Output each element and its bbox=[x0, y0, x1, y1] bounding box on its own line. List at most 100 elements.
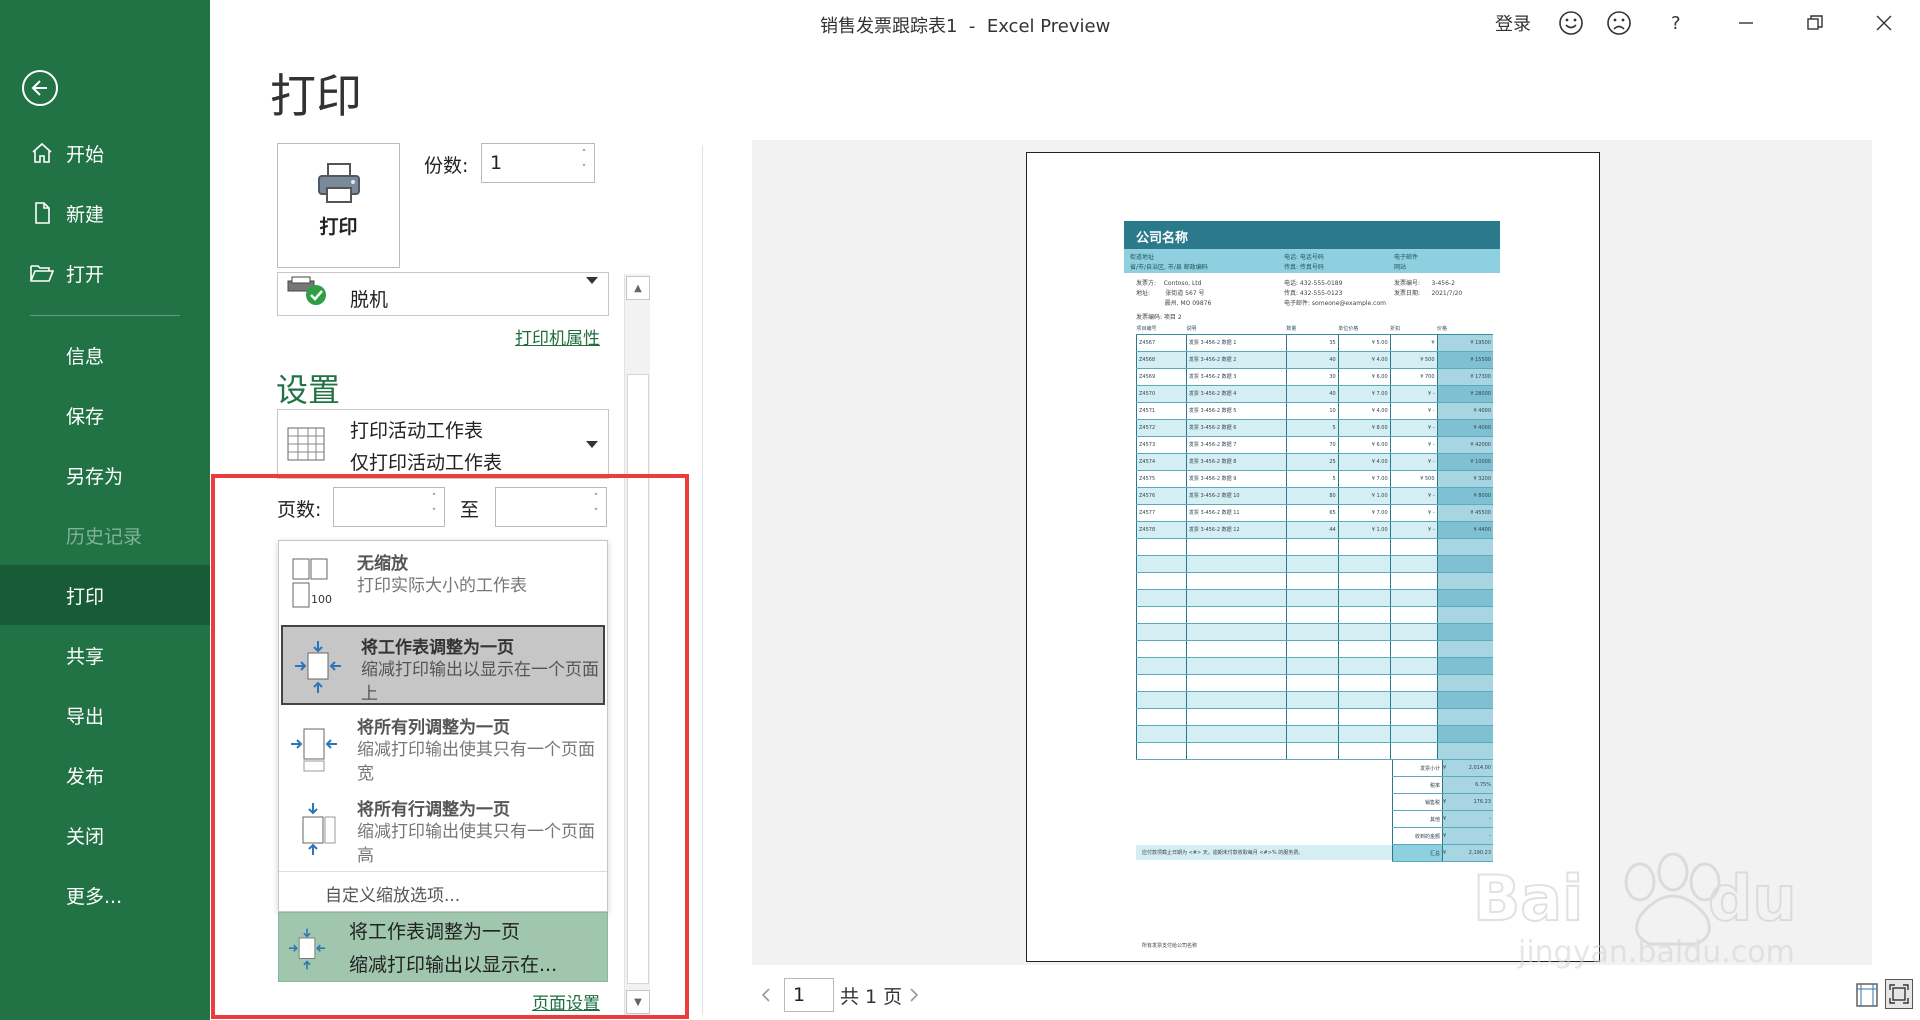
invoice-col-header: 单位价格 bbox=[1338, 323, 1391, 335]
invoice-total-cell: ¥ bbox=[1442, 810, 1452, 827]
invoice-cell bbox=[1136, 657, 1187, 675]
invoice-cell: ¥ 500 bbox=[1389, 470, 1438, 488]
invoice-cell: 5 bbox=[1285, 419, 1339, 437]
invoice-row: Z4574 发票 3-456-2 数据 8 25 ¥ 4.00 ¥ - ¥ 10000 bbox=[1136, 453, 1493, 471]
invoice-cell bbox=[1185, 691, 1287, 709]
invoice-cell: 发票 3-456-2 数据 4 bbox=[1185, 385, 1287, 403]
stepper-arrows-icon[interactable]: ˄ ˅ bbox=[578, 147, 590, 177]
printer-properties-link[interactable]: 打印机属性 bbox=[515, 324, 600, 349]
invoice-cell bbox=[1136, 589, 1187, 607]
nav-home[interactable]: 开始 bbox=[0, 123, 210, 183]
invoice-row: Z4572 发票 3-456-2 数据 6 5 ¥ 8.00 ¥ - ¥ 4000 bbox=[1136, 419, 1493, 437]
invoice-cell: 80 bbox=[1285, 487, 1339, 505]
invoice-cell: Z4567 bbox=[1136, 334, 1187, 352]
page-title: 打印 bbox=[270, 69, 362, 123]
invoice-total-cell: 2,190.23 bbox=[1452, 844, 1493, 861]
nav-save-label: 保存 bbox=[66, 405, 105, 428]
pages-label: 页数: bbox=[277, 499, 322, 521]
home-icon bbox=[28, 139, 56, 167]
scaling-option-fit-sheet[interactable]: 将工作表调整为一页 缩减打印输出以显示在一个页面上 bbox=[281, 625, 605, 705]
minimize-icon[interactable] bbox=[1736, 8, 1756, 38]
print-button[interactable]: 打印 bbox=[277, 143, 400, 268]
invoice-cell: 发票 3-456-2 数据 6 bbox=[1185, 419, 1287, 437]
nav-new[interactable]: 新建 bbox=[0, 183, 210, 243]
nav-close[interactable]: 关闭 bbox=[0, 805, 210, 865]
invoice-cell bbox=[1337, 640, 1391, 658]
scroll-up-icon[interactable]: ▲ bbox=[626, 276, 650, 300]
invoice-cell bbox=[1136, 555, 1187, 573]
frown-feedback-icon[interactable] bbox=[1606, 8, 1632, 38]
settings-scrollbar[interactable]: ▲ ▼ bbox=[624, 274, 650, 1016]
zoom-to-page-icon[interactable] bbox=[1885, 979, 1913, 1009]
back-button[interactable] bbox=[22, 70, 58, 106]
invoice-total-cell: 发票小计 bbox=[1392, 759, 1442, 776]
restore-icon[interactable] bbox=[1805, 8, 1825, 38]
show-margins-icon[interactable] bbox=[1855, 982, 1879, 1008]
invoice-cell bbox=[1436, 657, 1493, 675]
close-icon[interactable] bbox=[1874, 8, 1894, 38]
custom-scaling-option[interactable]: 自定义缩放选项... bbox=[279, 871, 607, 911]
scaling-option-no-scaling[interactable]: 100 无缩放 打印实际大小的工作表 bbox=[279, 543, 607, 623]
chevron-down-icon[interactable] bbox=[586, 441, 598, 448]
invoice-cell bbox=[1436, 674, 1493, 692]
nav-publish-label: 发布 bbox=[66, 765, 105, 788]
scaling-option-title: 将所有行调整为一页 bbox=[357, 800, 510, 820]
scaling-dropdown-subtitle: 缩减打印输出以显示在... bbox=[349, 954, 558, 976]
invoice-cell: ¥ 8.00 bbox=[1337, 419, 1391, 437]
pages-to-stepper[interactable]: ˄ ˅ bbox=[495, 487, 607, 527]
invoice-cell bbox=[1436, 606, 1493, 624]
chevron-down-icon[interactable] bbox=[586, 277, 598, 284]
nav-info[interactable]: 信息 bbox=[0, 325, 210, 385]
prev-page-icon[interactable] bbox=[760, 978, 772, 1012]
scroll-down-icon[interactable]: ▼ bbox=[626, 990, 650, 1014]
page-setup-link[interactable]: 页面设置 bbox=[532, 989, 600, 1014]
back-arrow-icon bbox=[31, 80, 47, 96]
smile-feedback-icon[interactable] bbox=[1558, 8, 1584, 38]
invoice-cell: ¥ - bbox=[1389, 419, 1438, 437]
scaling-option-fit-columns[interactable]: 将所有列调整为一页 缩减打印输出使其只有一个页面宽 bbox=[279, 707, 607, 787]
nav-open[interactable]: 打开 bbox=[0, 243, 210, 303]
printer-dropdown[interactable]: 脱机 bbox=[277, 272, 609, 316]
page-number-input[interactable]: 1 bbox=[784, 978, 834, 1012]
invoice-cell: 发票 3-456-2 数据 11 bbox=[1185, 504, 1287, 522]
preview-page: 公司名称 街道地址 省/市/自治区, 市/县 邮政编码 电话: 电话号码 传真:… bbox=[1026, 152, 1600, 962]
invoice-cell bbox=[1337, 589, 1391, 607]
invoice-row: Z4567 发票 3-456-2 数据 1 35 ¥ 5.00 ¥ ¥ 19500 bbox=[1136, 334, 1493, 352]
nav-save[interactable]: 保存 bbox=[0, 385, 210, 445]
invoice-company-name: 公司名称 bbox=[1124, 221, 1500, 249]
nav-print[interactable]: 打印 bbox=[0, 565, 210, 625]
invoice-col-header: 折扣 bbox=[1390, 323, 1438, 335]
invoice-cell bbox=[1389, 657, 1438, 675]
invoice-cell bbox=[1337, 538, 1391, 556]
invoice-cell bbox=[1436, 691, 1493, 709]
pages-from-stepper[interactable]: ˄ ˅ bbox=[333, 487, 445, 527]
nav-publish[interactable]: 发布 bbox=[0, 745, 210, 805]
stepper-arrows-icon[interactable]: ˄ ˅ bbox=[590, 491, 602, 521]
nav-share[interactable]: 共享 bbox=[0, 625, 210, 685]
nav-save-as[interactable]: 另存为 bbox=[0, 445, 210, 505]
scrollbar-thumb[interactable] bbox=[627, 374, 649, 984]
nav-export[interactable]: 导出 bbox=[0, 685, 210, 745]
next-page-icon[interactable] bbox=[908, 978, 920, 1012]
stepper-arrows-icon[interactable]: ˄ ˅ bbox=[428, 491, 440, 521]
invoice-cell bbox=[1285, 555, 1339, 573]
invoice-cell: 发票 3-456-2 数据 3 bbox=[1185, 368, 1287, 386]
invoice-cell bbox=[1285, 606, 1339, 624]
invoice-cell bbox=[1389, 708, 1438, 726]
pages-to-label: 至 bbox=[460, 499, 480, 521]
copies-stepper[interactable]: 1 ˄ ˅ bbox=[481, 143, 595, 183]
nav-more[interactable]: 更多... bbox=[0, 865, 210, 925]
invoice-cell: Z4570 bbox=[1136, 385, 1187, 403]
invoice-cell bbox=[1136, 606, 1187, 624]
invoice-cell: ¥ - bbox=[1389, 487, 1438, 505]
scaling-dropdown[interactable]: 将工作表调整为一页 缩减打印输出以显示在... bbox=[278, 912, 608, 982]
scaling-options-menu: 100 无缩放 打印实际大小的工作表 将工作表调整为一页 缩减打印输出以显示在一… bbox=[278, 540, 608, 912]
scaling-option-fit-rows[interactable]: 将所有行调整为一页 缩减打印输出使其只有一个页面高 bbox=[279, 789, 607, 869]
invoice-cell: 发票 3-456-2 数据 5 bbox=[1185, 402, 1287, 420]
signin-link[interactable]: 登录 bbox=[1495, 8, 1531, 38]
print-what-dropdown[interactable]: 打印活动工作表 仅打印活动工作表 bbox=[277, 409, 609, 479]
print-button-label: 打印 bbox=[319, 216, 358, 238]
help-button[interactable]: ? bbox=[1671, 8, 1681, 38]
invoice-cell: Z4576 bbox=[1136, 487, 1187, 505]
invoice-cell bbox=[1285, 572, 1339, 590]
